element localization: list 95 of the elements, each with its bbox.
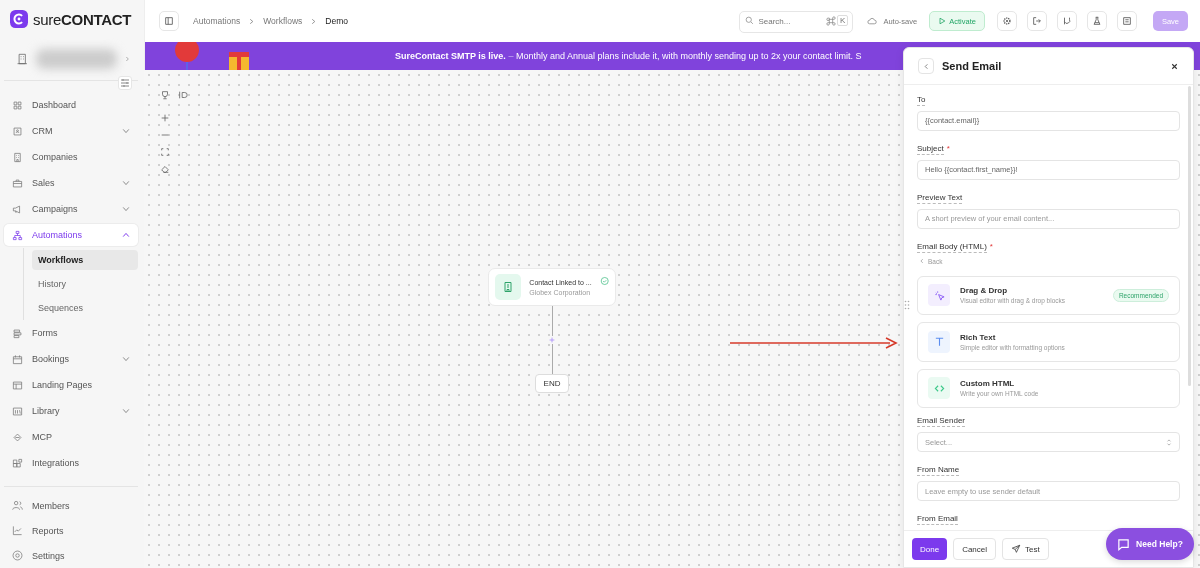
search-icon — [745, 16, 755, 25]
building-icon — [16, 51, 29, 66]
back-icon — [922, 62, 930, 70]
done-button[interactable]: Done — [912, 538, 948, 560]
cancel-button[interactable]: Cancel — [953, 538, 997, 560]
field-label: From Name — [917, 464, 960, 477]
sidebar-subitem[interactable]: Sequences — [32, 298, 138, 319]
sidebar-subitem[interactable]: History — [32, 274, 138, 295]
nav-icon — [12, 525, 23, 537]
nav-icon — [12, 327, 23, 339]
help-button[interactable]: Need Help? — [1106, 528, 1194, 560]
nav-icon — [12, 353, 23, 365]
required-mark: * — [989, 240, 993, 253]
field-label: Email Sender — [917, 415, 966, 428]
eraser-icon[interactable] — [160, 164, 170, 174]
sidebar-item[interactable]: Integrations — [4, 452, 138, 475]
sidebar-item[interactable]: Automations — [4, 224, 138, 247]
nav-icon — [12, 177, 23, 189]
code-icon — [933, 383, 945, 394]
sidebar-item[interactable]: CRM — [4, 120, 138, 143]
sidebar-item[interactable]: Settings — [4, 545, 138, 566]
panel-icon[interactable] — [178, 90, 188, 100]
command-key-icon — [826, 16, 837, 26]
flask-icon — [1091, 16, 1102, 26]
end-node: END — [534, 374, 570, 393]
field-label: Subject — [917, 142, 944, 155]
add-step-icon[interactable] — [548, 336, 556, 344]
document-icon — [1121, 16, 1132, 26]
sidebar-item[interactable]: Sales — [4, 172, 138, 195]
field-label: To — [917, 94, 926, 106]
panel-title: Send Email — [942, 60, 1002, 72]
layout-button[interactable] — [1116, 11, 1137, 31]
sidebar-item[interactable]: Members — [4, 495, 138, 517]
nav-icon — [12, 151, 23, 163]
nav-icon — [12, 405, 23, 417]
zoom-in-icon[interactable] — [160, 113, 170, 123]
sidebar-item[interactable]: Library — [4, 400, 138, 423]
nav-icon — [12, 457, 23, 469]
sidebar-item[interactable]: Reports — [4, 520, 138, 542]
play-icon — [938, 17, 947, 25]
chat-icon — [1117, 537, 1131, 551]
sidebar-item[interactable]: Campaigns — [4, 198, 138, 221]
sidebar-item[interactable]: MCP — [4, 426, 138, 449]
nav-icon — [12, 379, 23, 391]
test-button[interactable]: Test — [1002, 538, 1049, 560]
nav-icon — [12, 125, 23, 137]
filter-icon[interactable] — [118, 75, 132, 90]
banner-text: SureContact SMTP is live. – Monthly and Annual plans include it, with monthly sending up to 2x your contact limit. S — [395, 51, 862, 61]
exit-icon — [1031, 16, 1042, 26]
flask-button[interactable] — [1086, 11, 1107, 31]
field-label: From Email — [917, 513, 958, 525]
sidebar-item[interactable]: Bookings — [4, 348, 138, 371]
nav-icon — [12, 500, 23, 512]
send-icon — [1011, 544, 1022, 554]
exit-button[interactable] — [1026, 11, 1047, 31]
option-title: Drag & Drop — [960, 286, 1009, 296]
text-icon — [933, 336, 945, 348]
breadcrumb-link[interactable]: Workflows — [263, 16, 303, 26]
required-mark: * — [946, 142, 950, 155]
close-icon[interactable] — [1170, 61, 1179, 71]
field-label: Email Body (HTML) — [917, 240, 987, 253]
sidebar-item[interactable]: Companies — [4, 146, 138, 169]
option-title: Rich Text — [960, 332, 997, 342]
nav-icon — [12, 99, 23, 111]
branch-icon — [1061, 16, 1072, 26]
fit-view-icon[interactable] — [160, 147, 170, 157]
sidebar-item[interactable]: Dashboard — [4, 94, 138, 117]
settings-icon — [1001, 16, 1012, 26]
nav-icon — [12, 550, 23, 562]
sidebar-toggle-button[interactable] — [159, 11, 179, 31]
settings-button[interactable] — [996, 11, 1017, 31]
shortcut-key: K — [837, 15, 849, 26]
building-icon — [502, 281, 515, 293]
sort-icon — [1166, 437, 1172, 447]
breadcrumb-separator-icon — [310, 17, 318, 25]
sidebar-item[interactable]: Forms — [4, 322, 138, 345]
branch-button[interactable] — [1056, 11, 1077, 31]
nav-icon — [12, 431, 23, 443]
sparkle-cursor-icon — [933, 289, 945, 301]
sidebar-icon — [164, 16, 174, 26]
cloud-icon — [867, 17, 878, 25]
nav-icon — [12, 203, 23, 215]
breadcrumb-link[interactable]: Automations — [193, 16, 241, 26]
breadcrumb-separator-icon — [248, 17, 256, 25]
back-icon — [919, 258, 925, 265]
brand-name: sureCONTACT — [33, 10, 132, 28]
sidebar-subitem[interactable]: Workflows — [32, 250, 138, 271]
resize-handle-icon[interactable] — [904, 300, 910, 310]
logo-icon — [10, 10, 28, 28]
field-label: Preview Text — [917, 191, 963, 204]
trophy-icon[interactable] — [160, 90, 170, 100]
check-circle-icon — [599, 276, 609, 286]
nav-icon — [12, 229, 23, 241]
sidebar-item[interactable]: Landing Pages — [4, 374, 138, 397]
option-title: Custom HTML — [960, 379, 1016, 389]
